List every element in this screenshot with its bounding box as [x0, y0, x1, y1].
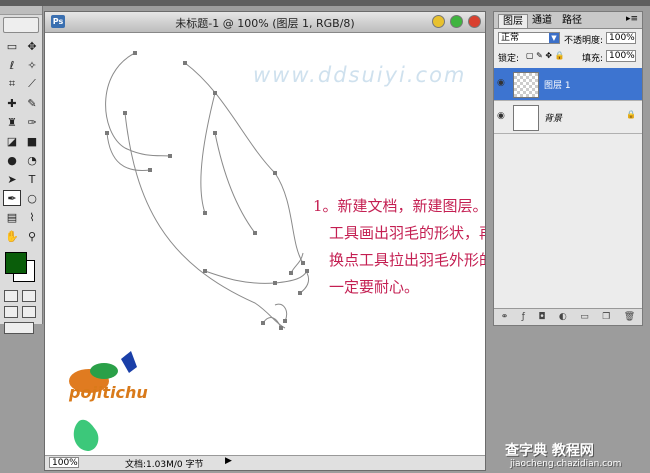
- lock-row: 锁定: ▢ ✎ ✥ 🔒 填充: 100%: [494, 47, 642, 65]
- instruction-line: 1。新建文档，新建图层。用钢笔: [313, 197, 485, 215]
- instruction-line: 一定要耐心。: [329, 278, 420, 296]
- delete-layer-icon[interactable]: 🗑: [624, 312, 635, 322]
- slice-icon[interactable]: ⟋: [23, 76, 41, 92]
- tab-paths[interactable]: 路径: [558, 14, 586, 27]
- color-swatches: [3, 250, 39, 286]
- layer-name: 背景: [544, 114, 563, 124]
- logo-text: pojitichu: [69, 383, 148, 402]
- instruction-text: 1。新建文档，新建图层。用钢笔 工具画出羽毛的形状，再用转 换点工具拉出羽毛外形…: [313, 193, 485, 301]
- blend-mode-select[interactable]: 正常 ▼: [498, 32, 560, 44]
- path-selection-icon[interactable]: ➤: [3, 171, 21, 187]
- eyedropper-icon[interactable]: ⌇: [23, 209, 41, 225]
- zoom-icon[interactable]: ⚲: [23, 228, 41, 244]
- minimize-button[interactable]: [432, 15, 445, 28]
- lock-label: 锁定:: [498, 54, 520, 64]
- pen-icon[interactable]: ✒: [3, 190, 21, 206]
- move-icon[interactable]: ✥: [23, 38, 41, 54]
- imageready-row: [0, 318, 42, 334]
- opacity-label: 不透明度:: [564, 36, 604, 46]
- tool-grid: ▭ ✥ ℓ ✧ ⌗ ⟋ ✚ ✎ ♜ ✑ ◪ ■ ● ◔ ➤ T ✒ ○ ▤ ⌇ ✋ ⚲: [0, 35, 42, 244]
- toolbox: ▭ ✥ ℓ ✧ ⌗ ⟋ ✚ ✎ ♜ ✑ ◪ ■ ● ◔ ➤ T ✒ ○ ▤ ⌇ ✋ ⚲: [0, 6, 43, 334]
- lock-icon: 🔒: [626, 110, 636, 119]
- feather-tip-path: [200, 92, 256, 234]
- blur-icon[interactable]: ●: [3, 152, 21, 168]
- screen-mode-full-button[interactable]: [22, 306, 36, 318]
- blend-row: 正常 ▼ 不透明度: 100%: [494, 29, 642, 47]
- screen-mode-standard-button[interactable]: [4, 306, 18, 318]
- document-info: 文档:1.03M/0 字节: [125, 460, 204, 470]
- layer-name: 图层 1: [544, 81, 571, 91]
- magic-wand-icon[interactable]: ✧: [23, 57, 41, 73]
- lasso-icon[interactable]: ℓ: [3, 57, 21, 73]
- notes-icon[interactable]: ▤: [3, 209, 21, 225]
- status-menu-arrow-icon[interactable]: ▶: [225, 456, 232, 466]
- feather-outline-path: [105, 52, 171, 157]
- tab-channels[interactable]: 通道: [528, 14, 556, 27]
- brush-icon[interactable]: ✎: [23, 95, 41, 111]
- close-button[interactable]: [468, 15, 481, 28]
- top-strip: [0, 0, 650, 6]
- document-title: 未标题-1 @ 100% (图层 1, RGB/8): [175, 17, 355, 30]
- document-window: Ps 未标题-1 @ 100% (图层 1, RGB/8) www.ddsuiy…: [44, 11, 486, 471]
- layer-mask-icon[interactable]: ◘: [538, 312, 545, 322]
- opacity-field[interactable]: 100%: [606, 32, 636, 44]
- layer-thumbnail: [513, 105, 539, 131]
- screen-mode-row: [0, 302, 42, 318]
- blend-dropdown-icon: ▼: [549, 33, 559, 43]
- hand-icon[interactable]: ✋: [3, 228, 21, 244]
- blend-mode-value: 正常: [501, 33, 520, 43]
- adjustment-layer-icon[interactable]: ◐: [559, 312, 567, 322]
- photoshop-feather-icon[interactable]: [3, 17, 39, 33]
- foreground-color-swatch[interactable]: [5, 252, 27, 274]
- shape-icon[interactable]: ○: [23, 190, 41, 206]
- panel-menu-icon[interactable]: ▸≡: [626, 14, 638, 24]
- mask-mode-row: [0, 286, 42, 302]
- document-title-bar[interactable]: Ps 未标题-1 @ 100% (图层 1, RGB/8): [45, 12, 485, 33]
- new-layer-icon[interactable]: ❐: [602, 312, 610, 322]
- instruction-line: 工具画出羽毛的形状，再用转: [329, 224, 485, 242]
- tab-layers[interactable]: 图层: [498, 14, 528, 28]
- imageready-button[interactable]: [4, 322, 34, 334]
- site-url: jiaocheng.chazidian.com: [510, 459, 622, 469]
- link-layers-icon[interactable]: ⚭: [501, 312, 509, 322]
- fill-field[interactable]: 100%: [606, 50, 636, 62]
- dodge-icon[interactable]: ◔: [23, 152, 41, 168]
- healing-brush-icon[interactable]: ✚: [3, 95, 21, 111]
- history-brush-icon[interactable]: ✑: [23, 114, 41, 130]
- panel-tabs: 图层 通道 路径 ▸≡: [494, 12, 642, 29]
- quick-mask-button[interactable]: [22, 290, 36, 302]
- clone-stamp-icon[interactable]: ♜: [3, 114, 21, 130]
- standard-mode-button[interactable]: [4, 290, 18, 302]
- maximize-button[interactable]: [450, 15, 463, 28]
- instruction-line: 换点工具拉出羽毛外形的弧度，: [329, 251, 485, 269]
- panel-bottom-toolbar: ⚭ ƒ ◘ ◐ ▭ ❐ 🗑: [494, 308, 642, 325]
- eraser-icon[interactable]: ◪: [3, 133, 21, 149]
- layer-style-icon[interactable]: ƒ: [522, 312, 525, 322]
- type-icon[interactable]: T: [23, 171, 41, 187]
- toolbox-grip[interactable]: [0, 6, 42, 15]
- visibility-eye-icon[interactable]: ◉: [497, 111, 505, 121]
- layers-panel: 图层 通道 路径 ▸≡ 正常 ▼ 不透明度: 100% 锁定: ▢ ✎ ✥ 🔒 填…: [493, 11, 643, 326]
- lock-icons[interactable]: ▢ ✎ ✥ 🔒: [526, 51, 565, 60]
- canvas[interactable]: www.ddsuiyi.com 1。新建文档，新建图层 工具画出羽毛的形状， 换…: [45, 33, 485, 457]
- marquee-icon[interactable]: ▭: [3, 38, 21, 54]
- feather-right-curve: [184, 62, 304, 264]
- layer-row-layer1[interactable]: ◉ 图层 1: [494, 68, 642, 101]
- status-bar: 100% 文档:1.03M/0 字节 ▶: [45, 455, 485, 470]
- pojitichu-logo-icon: [69, 351, 137, 451]
- layer-group-icon[interactable]: ▭: [580, 312, 589, 322]
- zoom-field[interactable]: 100%: [49, 457, 79, 468]
- site-name: 查字典 教程网: [505, 443, 594, 459]
- layer-row-background[interactable]: ◉ 背景 🔒: [494, 101, 642, 134]
- feather-stem-path: [124, 112, 286, 329]
- visibility-eye-icon[interactable]: ◉: [497, 78, 505, 88]
- fill-label: 填充:: [582, 54, 604, 64]
- gradient-icon[interactable]: ■: [23, 133, 41, 149]
- crop-icon[interactable]: ⌗: [3, 76, 21, 92]
- layer-thumbnail: [513, 72, 539, 98]
